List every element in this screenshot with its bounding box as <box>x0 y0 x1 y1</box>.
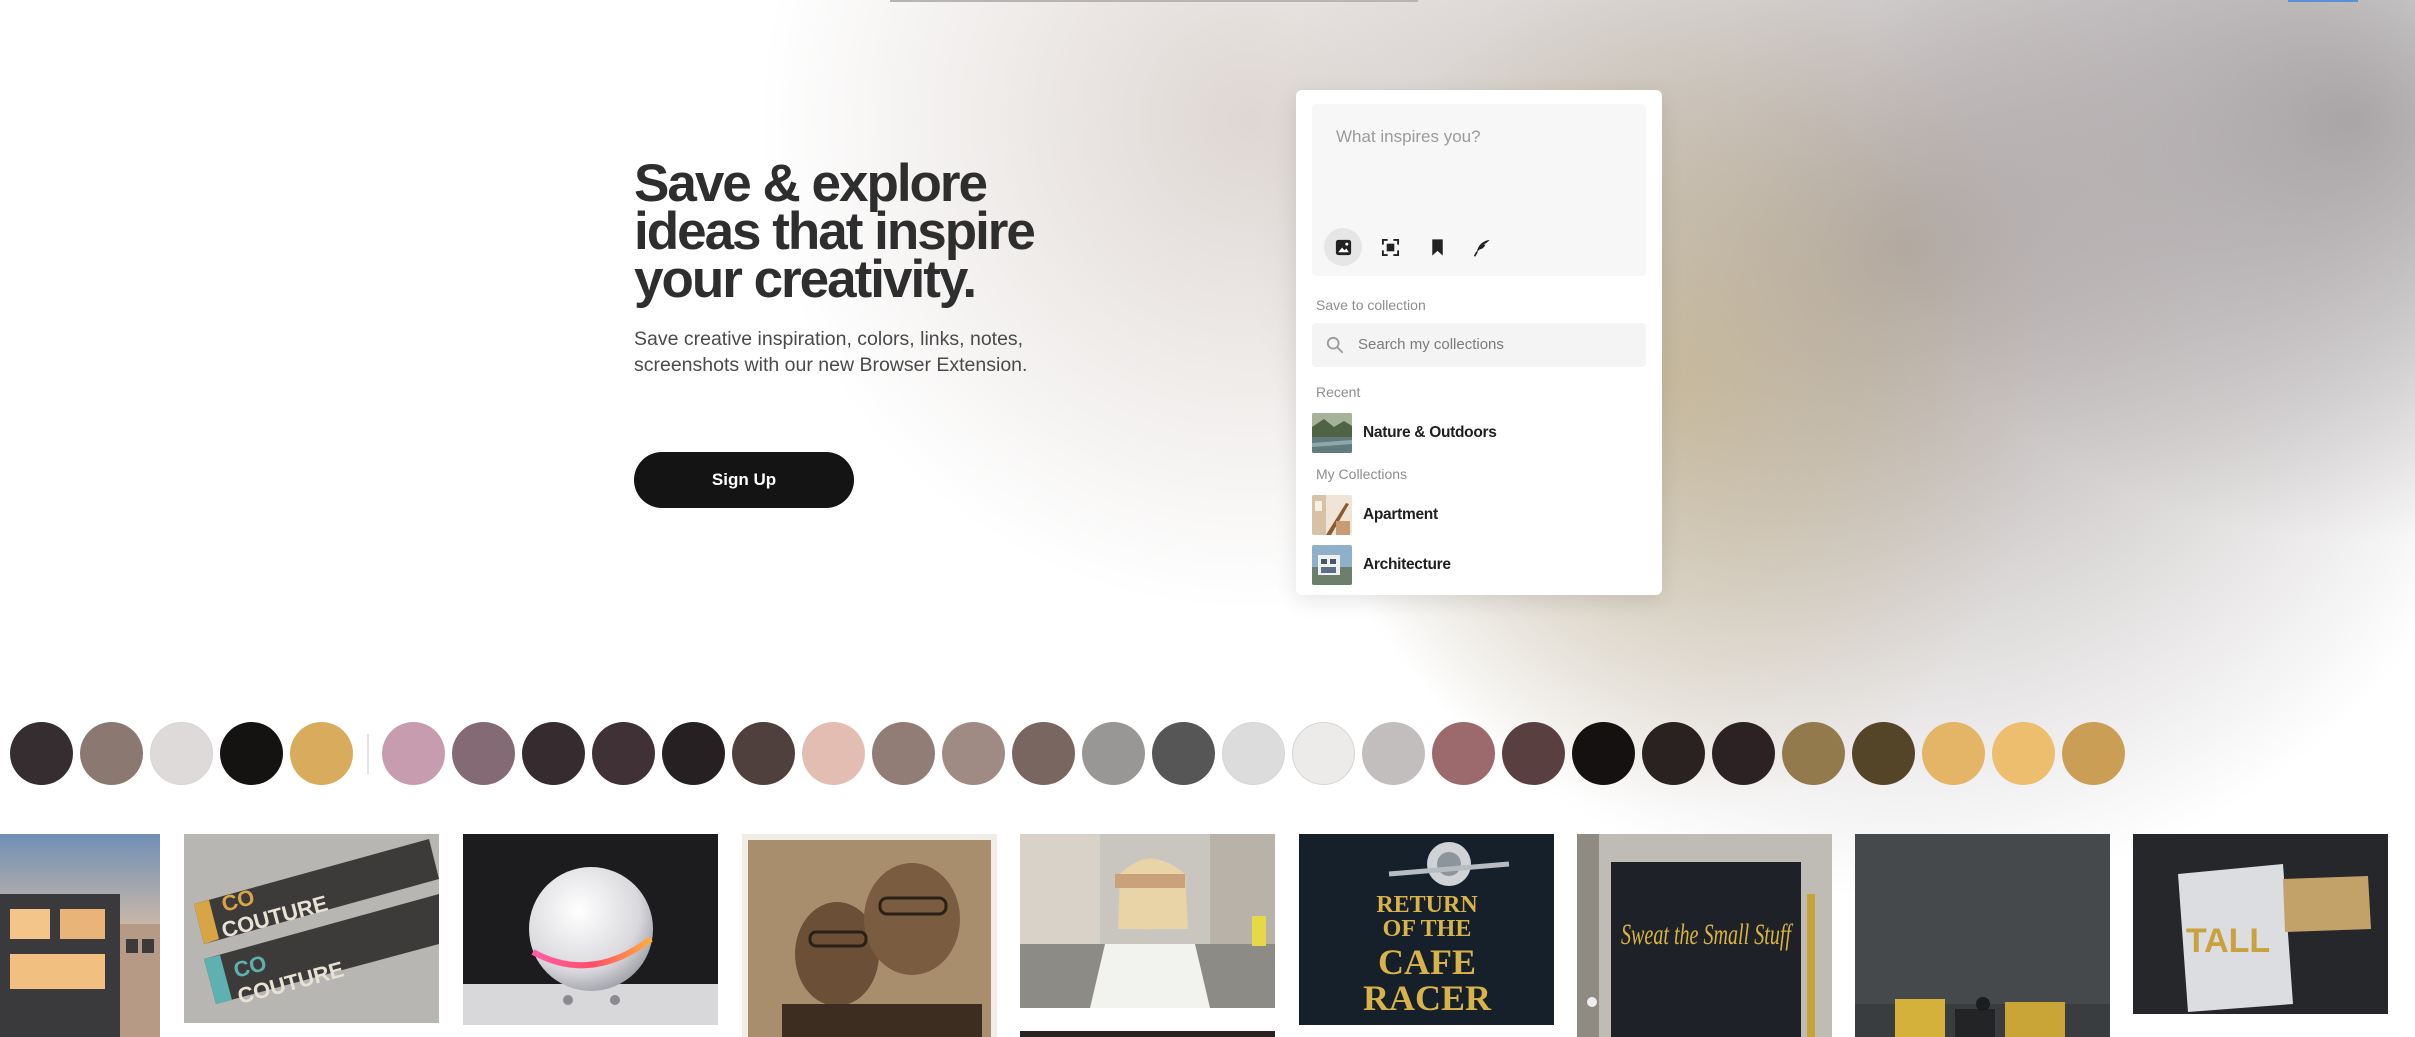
color-swatch[interactable] <box>2062 722 2125 785</box>
hero-title-line: ideas that inspire <box>634 202 1036 261</box>
tile-portrait-photo[interactable] <box>742 834 997 1037</box>
my-collections-label: My Collections <box>1316 466 1408 482</box>
collection-item-apartment[interactable]: Apartment <box>1312 495 1646 535</box>
feather-pen-icon <box>1473 239 1490 256</box>
recent-label: Recent <box>1316 384 1361 400</box>
chocolate-packaging-image: CO COUTURE CO COUTURE <box>184 834 439 1023</box>
color-swatch[interactable] <box>290 722 353 785</box>
save-to-collection-label: Save to collection <box>1316 297 1426 313</box>
script-lettering: Sweat the Small Stuff <box>1621 918 1793 951</box>
screenshot-icon <box>1381 238 1399 256</box>
top-address-bar <box>890 0 1418 2</box>
color-swatch[interactable] <box>1152 722 1215 785</box>
hero-subtitle: Save creative inspiration, colors, links… <box>634 328 1028 376</box>
lettering-print-image: Sweat the Small Stuff <box>1577 834 1832 1037</box>
collection-name: Apartment <box>1363 506 1438 523</box>
composer-box <box>1312 104 1646 276</box>
street-portrait-image <box>1020 834 1275 1008</box>
color-swatch[interactable] <box>150 722 213 785</box>
color-swatch[interactable] <box>942 722 1005 785</box>
hero-title-line: your creativity. <box>634 250 977 309</box>
collection-item-nature-outdoors[interactable]: Nature & Outdoors <box>1312 413 1646 453</box>
color-swatch[interactable] <box>382 722 445 785</box>
tile-partial[interactable] <box>1020 1031 1275 1037</box>
hero-section: Save & explore ideas that inspire your c… <box>634 154 1094 378</box>
color-swatch[interactable] <box>522 722 585 785</box>
collection-item-architecture[interactable]: Architecture <box>1312 545 1646 585</box>
color-swatch[interactable] <box>732 722 795 785</box>
search-icon <box>1326 336 1344 354</box>
collection-name: Architecture <box>1363 556 1451 573</box>
tile-cafe-racer-poster[interactable]: RETURN OF THE CAFE RACER <box>1299 834 1554 1025</box>
color-swatch[interactable] <box>1782 722 1845 785</box>
card-lettering: TALL <box>2186 922 2270 960</box>
color-swatch[interactable] <box>592 722 655 785</box>
extension-popup: Save to collection Recent Nature & Outdo… <box>1296 90 1662 595</box>
image-icon <box>1335 239 1351 255</box>
image-tool-button[interactable] <box>1324 228 1362 266</box>
bookmark-icon <box>1431 238 1443 256</box>
color-swatch[interactable] <box>1012 722 1075 785</box>
color-swatch[interactable] <box>1292 722 1355 785</box>
poster-text-line: OF THE <box>1383 916 1472 942</box>
screenshot-tool-button[interactable] <box>1371 228 1409 266</box>
tile-dark-interior[interactable] <box>1855 834 2110 1037</box>
poster-text-line: CAFE <box>1378 942 1476 982</box>
poster-text-line: RACER <box>1363 978 1492 1018</box>
color-palette-row <box>0 722 2415 786</box>
color-swatch[interactable] <box>452 722 515 785</box>
color-swatch[interactable] <box>10 722 73 785</box>
poster-text-line: RETURN <box>1376 892 1478 918</box>
color-swatch[interactable] <box>802 722 865 785</box>
collection-name: Nature & Outdoors <box>1363 424 1497 441</box>
modern-house-image <box>0 834 160 1037</box>
hero-title: Save & explore ideas that inspire your c… <box>634 154 1094 309</box>
color-swatch[interactable] <box>1502 722 1565 785</box>
collection-thumbnail <box>1312 545 1352 585</box>
tile-modern-house[interactable] <box>0 834 160 1037</box>
tile-lettering-print[interactable]: Sweat the Small Stuff <box>1577 834 1832 1037</box>
color-swatch[interactable] <box>872 722 935 785</box>
color-swatch[interactable] <box>1222 722 1285 785</box>
color-swatch[interactable] <box>662 722 725 785</box>
cafe-racer-poster-image: RETURN OF THE CAFE RACER <box>1299 834 1554 1025</box>
color-swatch[interactable] <box>1642 722 1705 785</box>
bookmark-tool-button[interactable] <box>1418 228 1456 266</box>
color-swatch[interactable] <box>1712 722 1775 785</box>
collection-thumbnail <box>1312 413 1352 453</box>
color-swatch[interactable] <box>1992 722 2055 785</box>
color-swatch[interactable] <box>220 722 283 785</box>
hero-title-line: Save & explore <box>634 154 988 213</box>
collection-search-input[interactable] <box>1356 335 1630 354</box>
color-swatch[interactable] <box>80 722 143 785</box>
dark-interior-image <box>1855 834 2110 1037</box>
sign-up-button[interactable]: Sign Up <box>634 452 854 508</box>
glowing-orb-image <box>463 834 718 1025</box>
color-swatch[interactable] <box>1572 722 1635 785</box>
color-swatch[interactable] <box>1432 722 1495 785</box>
tile-street-portrait[interactable] <box>1020 834 1275 1008</box>
palette-divider <box>367 734 369 774</box>
color-swatch[interactable] <box>1362 722 1425 785</box>
portrait-photo-image <box>742 834 997 1037</box>
color-swatch[interactable] <box>1852 722 1915 785</box>
collection-thumbnail <box>1312 495 1352 535</box>
tile-business-card[interactable]: TALL <box>2133 834 2388 1014</box>
top-action-button[interactable] <box>2288 0 2358 2</box>
tile-glowing-orb[interactable] <box>463 834 718 1025</box>
color-swatch[interactable] <box>1082 722 1145 785</box>
color-swatch[interactable] <box>1922 722 1985 785</box>
collection-search[interactable] <box>1312 323 1646 367</box>
note-tool-button[interactable] <box>1463 228 1501 266</box>
inspiration-input[interactable] <box>1334 126 1628 148</box>
inspiration-grid: CO COUTURE CO COUTURE RETURN OF THE CAFE… <box>0 834 2415 1037</box>
business-card-image: TALL <box>2133 834 2388 1014</box>
tile-chocolate-packaging[interactable]: CO COUTURE CO COUTURE <box>184 834 439 1023</box>
